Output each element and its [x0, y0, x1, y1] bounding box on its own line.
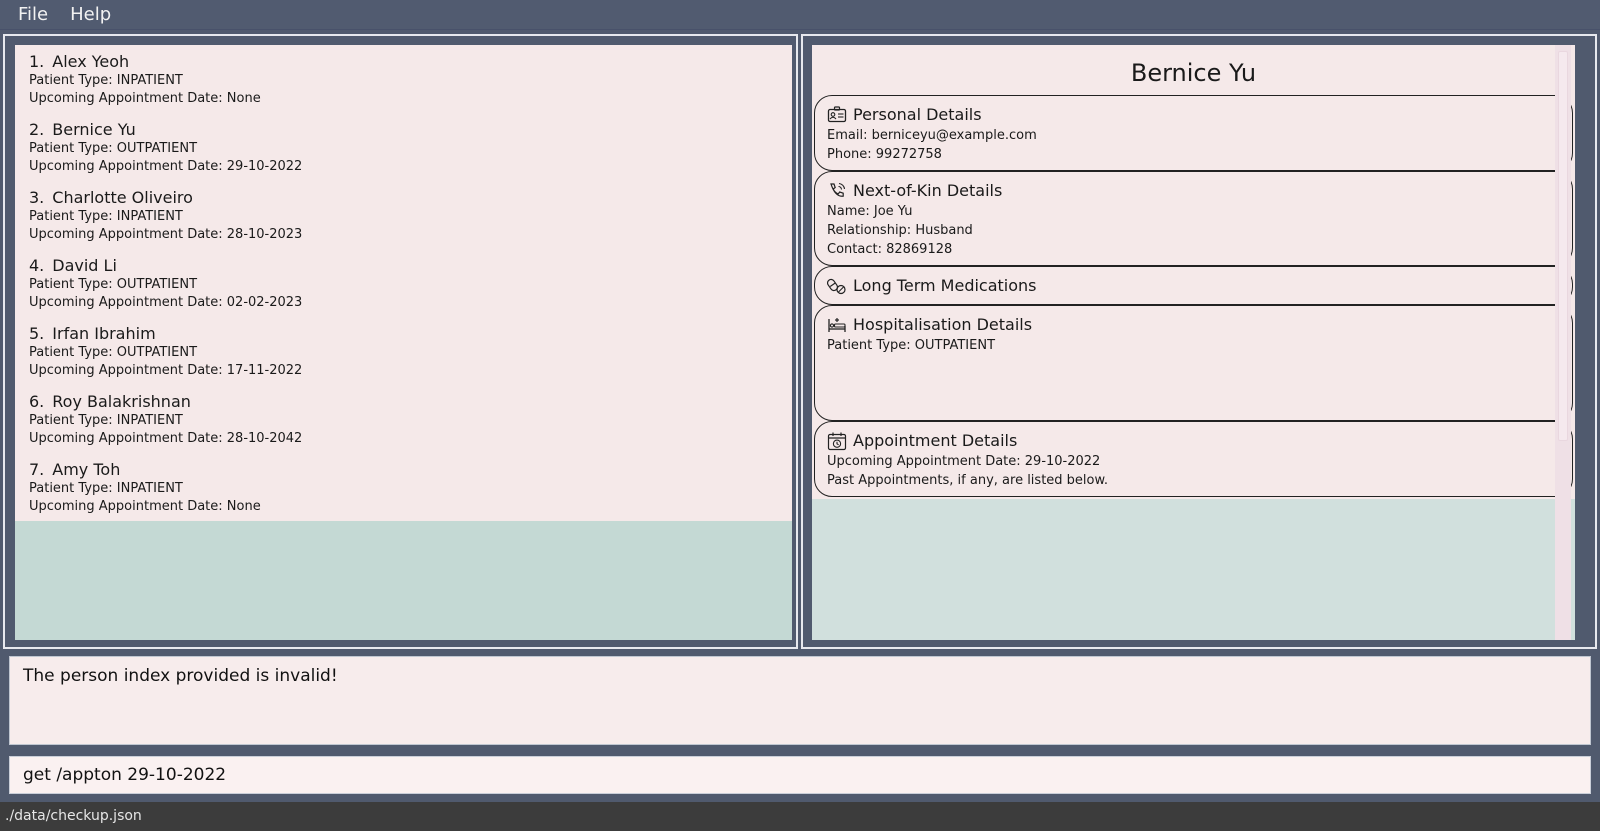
patient-type: Patient Type: INPATIENT — [29, 73, 183, 88]
scrollbar-thumb[interactable] — [1558, 51, 1568, 441]
section-header: Long Term Medications — [827, 275, 1560, 297]
menu-help[interactable]: Help — [58, 0, 121, 30]
patient-appointment: Upcoming Appointment Date: 02-02-2023 — [29, 295, 303, 310]
patient-type: Patient Type: OUTPATIENT — [29, 141, 198, 156]
patient-name-row: 1. Alex Yeoh — [29, 51, 778, 72]
patient-card[interactable]: 1. Alex Yeoh Patient Type: INPATIENT Upco… — [15, 45, 792, 113]
section-title: Next-of-Kin Details — [853, 181, 1003, 200]
section-header: Hospitalisation Details — [827, 314, 1560, 336]
patient-name: Roy Balakrishnan — [52, 392, 191, 411]
personal-details-section: Personal Details Email: berniceyu@exampl… — [814, 95, 1573, 171]
nok-contact-text: Contact: 82869128 — [827, 242, 953, 257]
patient-type: Patient Type: INPATIENT — [29, 413, 183, 428]
patient-name: Amy Toh — [52, 460, 121, 479]
patient-detail: Bernice Yu Personal Details Email: berni… — [812, 45, 1575, 640]
patient-detail-content: Bernice Yu Personal Details Email: berni… — [812, 45, 1575, 499]
upcoming-appointment-text: Upcoming Appointment Date: 29-10-2022 — [827, 454, 1101, 469]
id-card-icon — [827, 106, 847, 123]
patient-name: Irfan Ibrahim — [52, 324, 156, 343]
section-title: Personal Details — [853, 105, 982, 124]
patient-type: Patient Type: OUTPATIENT — [29, 277, 198, 292]
patient-name-row: 6. Roy Balakrishnan — [29, 391, 778, 412]
patient-index: 6. — [29, 392, 45, 411]
patient-appointment: Upcoming Appointment Date: 28-10-2023 — [29, 227, 303, 242]
nok-name-text: Name: Joe Yu — [827, 204, 913, 219]
patient-list-items: 1. Alex Yeoh Patient Type: INPATIENT Upco… — [15, 45, 792, 521]
past-appointments-text: Past Appointments, if any, are listed be… — [827, 473, 1109, 488]
section-title: Long Term Medications — [853, 276, 1037, 295]
patient-index: 4. — [29, 256, 45, 275]
email-text: Email: berniceyu@example.com — [827, 128, 1037, 143]
patient-name-row: 5. Irfan Ibrahim — [29, 323, 778, 344]
section-header: Appointment Details — [827, 430, 1560, 452]
status-bar: ./data/checkup.json — [0, 802, 1600, 831]
nok-relationship-text: Relationship: Husband — [827, 223, 973, 238]
long-term-medications-section: Long Term Medications — [814, 266, 1573, 305]
hospital-bed-icon — [828, 318, 846, 332]
next-of-kin-section: Next-of-Kin Details Name: Joe Yu Relatio… — [814, 171, 1573, 266]
patient-name-row: 4. David Li — [29, 255, 778, 276]
patient-index: 7. — [29, 460, 45, 479]
result-message: The person index provided is invalid! — [23, 666, 338, 686]
phone-text: Phone: 99272758 — [827, 147, 942, 162]
hospitalisation-type-text: Patient Type: OUTPATIENT — [827, 338, 996, 353]
patient-index: 5. — [29, 324, 45, 343]
patient-name-row: 3. Charlotte Oliveiro — [29, 187, 778, 208]
patient-card[interactable]: 2. Bernice Yu Patient Type: OUTPATIENT Up… — [15, 113, 792, 181]
command-box[interactable] — [9, 756, 1591, 794]
patient-card[interactable]: 4. David Li Patient Type: OUTPATIENT Upco… — [15, 249, 792, 317]
patient-type: Patient Type: INPATIENT — [29, 481, 183, 496]
save-location: ./data/checkup.json — [5, 808, 142, 824]
patient-index: 2. — [29, 120, 45, 139]
patient-name: Charlotte Oliveiro — [52, 188, 193, 207]
section-header: Next-of-Kin Details — [827, 180, 1560, 202]
patient-list[interactable]: 1. Alex Yeoh Patient Type: INPATIENT Upco… — [15, 45, 792, 640]
patient-card[interactable]: 5. Irfan Ibrahim Patient Type: OUTPATIENT… — [15, 317, 792, 385]
section-title: Hospitalisation Details — [853, 315, 1033, 334]
command-input[interactable] — [10, 757, 1590, 793]
detail-scrollbar[interactable] — [1555, 45, 1571, 640]
patient-type: Patient Type: OUTPATIENT — [29, 345, 198, 360]
calendar-clock-icon — [827, 432, 847, 451]
patient-name: David Li — [52, 256, 117, 275]
patient-name-row: 2. Bernice Yu — [29, 119, 778, 140]
patient-appointment: Upcoming Appointment Date: 17-11-2022 — [29, 363, 303, 378]
patient-type: Patient Type: INPATIENT — [29, 209, 183, 224]
patient-name: Alex Yeoh — [52, 52, 130, 71]
patient-name-row: 7. Amy Toh — [29, 459, 778, 480]
patient-appointment: Upcoming Appointment Date: None — [29, 499, 261, 514]
result-display: The person index provided is invalid! — [9, 656, 1591, 745]
patient-index: 3. — [29, 188, 45, 207]
appointment-section: Appointment Details Upcoming Appointment… — [814, 421, 1573, 497]
detail-patient-name: Bernice Yu — [1130, 59, 1257, 87]
pills-icon — [827, 278, 846, 295]
section-title: Appointment Details — [853, 431, 1018, 450]
phone-contact-icon — [830, 182, 846, 197]
section-header: Personal Details — [827, 104, 1560, 126]
patient-card[interactable]: 3. Charlotte Oliveiro Patient Type: INPAT… — [15, 181, 792, 249]
patient-appointment: Upcoming Appointment Date: 28-10-2042 — [29, 431, 303, 446]
patient-index: 1. — [29, 52, 45, 71]
patient-detail-panel: Bernice Yu Personal Details Email: berni… — [801, 34, 1597, 649]
patient-card[interactable]: 7. Amy Toh Patient Type: INPATIENT Upcomi… — [15, 453, 792, 521]
patient-list-panel: 1. Alex Yeoh Patient Type: INPATIENT Upco… — [3, 34, 798, 649]
patient-appointment: Upcoming Appointment Date: 29-10-2022 — [29, 159, 303, 174]
menu-bar: File Help — [0, 0, 1600, 30]
hospitalisation-section: Hospitalisation Details Patient Type: OU… — [814, 305, 1573, 421]
patient-appointment: Upcoming Appointment Date: None — [29, 91, 261, 106]
menu-file[interactable]: File — [0, 0, 58, 30]
patient-card[interactable]: 6. Roy Balakrishnan Patient Type: INPATIE… — [15, 385, 792, 453]
patient-name: Bernice Yu — [52, 120, 136, 139]
